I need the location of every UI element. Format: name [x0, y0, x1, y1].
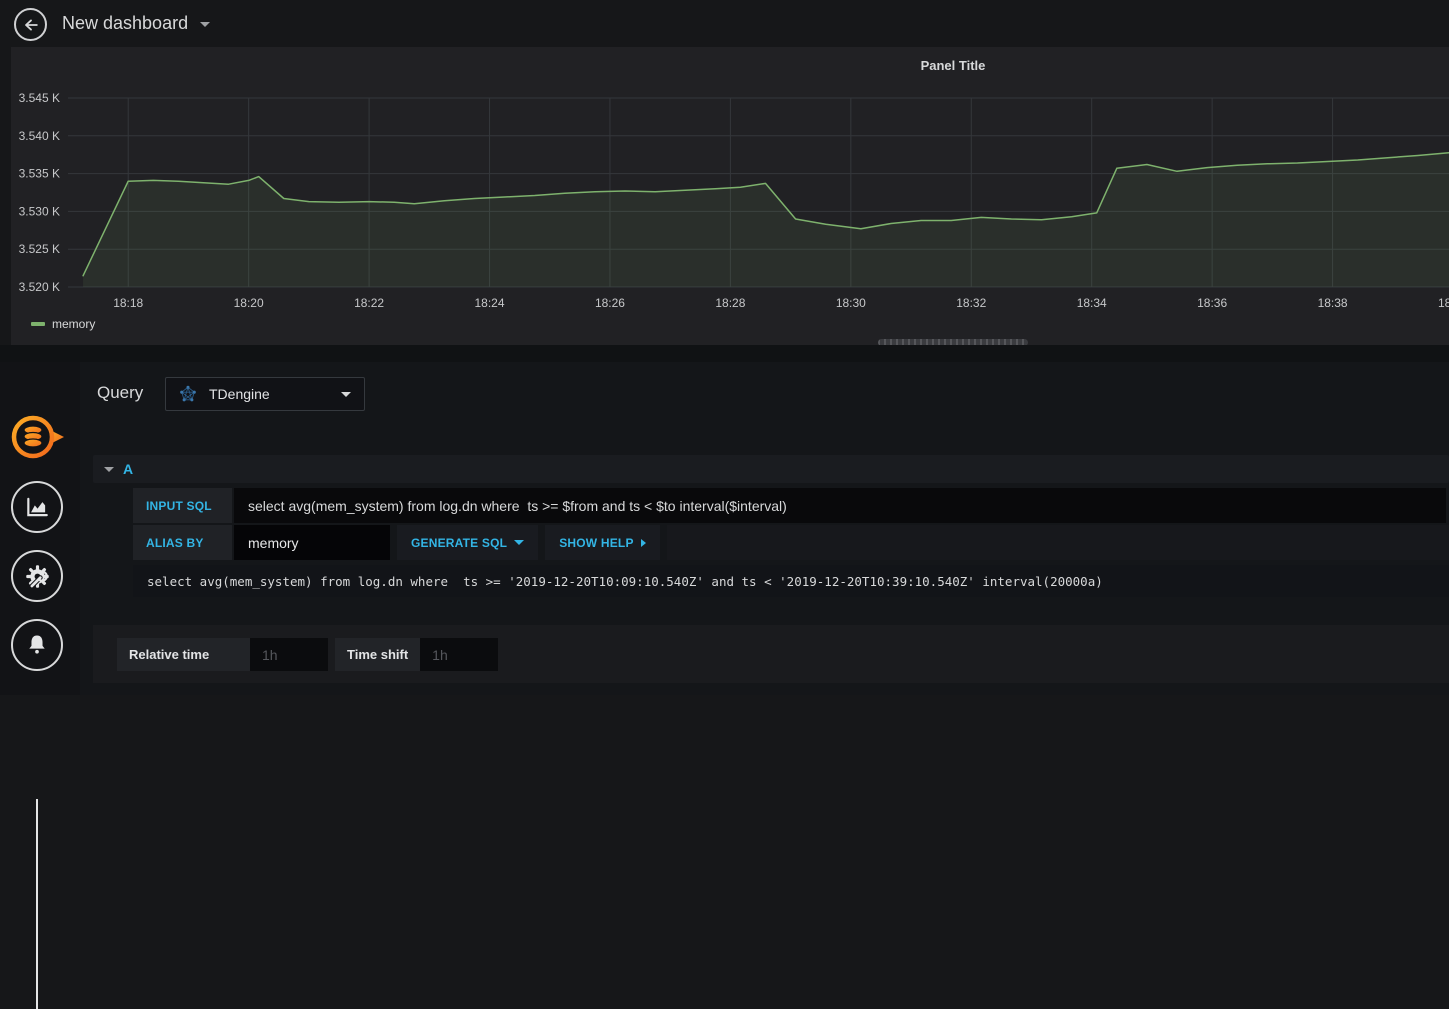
input-sql-label: INPUT SQL — [133, 488, 232, 523]
x-axis-label: 18:26 — [595, 296, 625, 310]
divider — [0, 345, 1449, 362]
series-area — [83, 152, 1449, 287]
timeseries-chart: 3.520 K 3.525 K 3.530 K 3.535 K 3.540 K 3.545… — [19, 91, 1449, 310]
bell-icon — [29, 635, 45, 654]
generate-sql-button[interactable]: GENERATE SQL — [397, 525, 539, 560]
chevron-down-icon — [514, 540, 525, 545]
query-section-title: Query — [97, 383, 144, 402]
time-shift-pair: Time shift — [335, 638, 499, 671]
legend-item-memory[interactable]: memory — [31, 317, 95, 331]
rail-connector — [36, 799, 38, 1009]
x-axis-label: 18:30 — [836, 296, 866, 310]
tab-general[interactable] — [11, 550, 63, 602]
generated-sql-preview: select avg(mem_system) from log.dn where… — [133, 565, 1449, 597]
collapse-caret-icon — [104, 466, 114, 472]
alias-by-label: ALIAS BY — [133, 525, 232, 560]
alias-by-row: ALIAS BY GENERATE SQL SHOW HELP — [133, 525, 1449, 560]
x-axis-label: 18:22 — [354, 296, 384, 310]
x-axis-label: 18:24 — [475, 296, 505, 310]
database-icon — [11, 415, 64, 459]
relative-time-pair: Relative time — [117, 638, 328, 671]
chevron-down-icon[interactable] — [200, 22, 210, 27]
time-options-panel: Relative time Time shift — [93, 625, 1449, 683]
chevron-right-icon — [640, 538, 646, 547]
generate-sql-button-label: GENERATE SQL — [411, 535, 508, 550]
y-axis-label: 3.530 K — [19, 204, 60, 218]
top-navbar: New dashboard — [0, 0, 1449, 48]
datasource-selected-value: TDengine — [209, 386, 270, 402]
chevron-down-icon — [341, 391, 351, 397]
query-ref-letter: A — [123, 461, 134, 477]
graph-panel: Panel Title 3.520 K 3.525 K 3.530 K 3.535 K… — [11, 47, 1449, 346]
y-axis-label: 3.535 K — [19, 167, 60, 181]
tdengine-logo-icon — [179, 385, 197, 403]
back-button[interactable] — [14, 8, 47, 41]
relative-time-label: Relative time — [117, 638, 250, 671]
y-axis-label: 3.520 K — [19, 280, 60, 294]
time-shift-label: Time shift — [335, 638, 421, 671]
tab-queries[interactable] — [8, 411, 70, 463]
chart-icon — [27, 497, 48, 517]
x-axis-label: 18:18 — [113, 296, 143, 310]
show-help-button-label: SHOW HELP — [559, 535, 634, 550]
arrow-left-icon — [24, 19, 38, 31]
x-axis-label: 18:20 — [234, 296, 264, 310]
legend-label: memory — [52, 317, 96, 331]
x-axis-label: 18:32 — [956, 296, 986, 310]
show-help-button[interactable]: SHOW HELP — [545, 525, 660, 560]
x-axis-label: 18:38 — [1318, 296, 1348, 310]
relative-time-input[interactable] — [250, 638, 328, 671]
input-sql-field[interactable] — [234, 488, 1446, 523]
x-axis-label: 18:34 — [1077, 296, 1107, 310]
y-axis-label: 3.545 K — [19, 91, 60, 105]
gear-wrench-icon — [25, 564, 49, 588]
editor-tab-rail — [0, 362, 80, 1009]
query-row-header-a[interactable]: A — [93, 455, 1449, 483]
y-axis-label: 3.525 K — [19, 242, 60, 256]
x-axis-label: 18:36 — [1197, 296, 1227, 310]
tab-alert[interactable] — [11, 619, 63, 671]
dashboard-title[interactable]: New dashboard — [62, 13, 188, 34]
legend-color-dash — [31, 322, 45, 326]
alias-by-field[interactable] — [234, 525, 390, 560]
y-axis-label: 3.540 K — [19, 129, 60, 143]
time-shift-input[interactable] — [420, 638, 499, 671]
input-sql-row: INPUT SQL — [133, 488, 1446, 523]
datasource-picker[interactable]: TDengine — [165, 377, 365, 411]
x-axis-label: 18:28 — [715, 296, 745, 310]
row-filler — [666, 525, 1449, 560]
tab-visualization[interactable] — [11, 481, 63, 533]
x-axis-label: 18:40 — [1438, 296, 1449, 310]
